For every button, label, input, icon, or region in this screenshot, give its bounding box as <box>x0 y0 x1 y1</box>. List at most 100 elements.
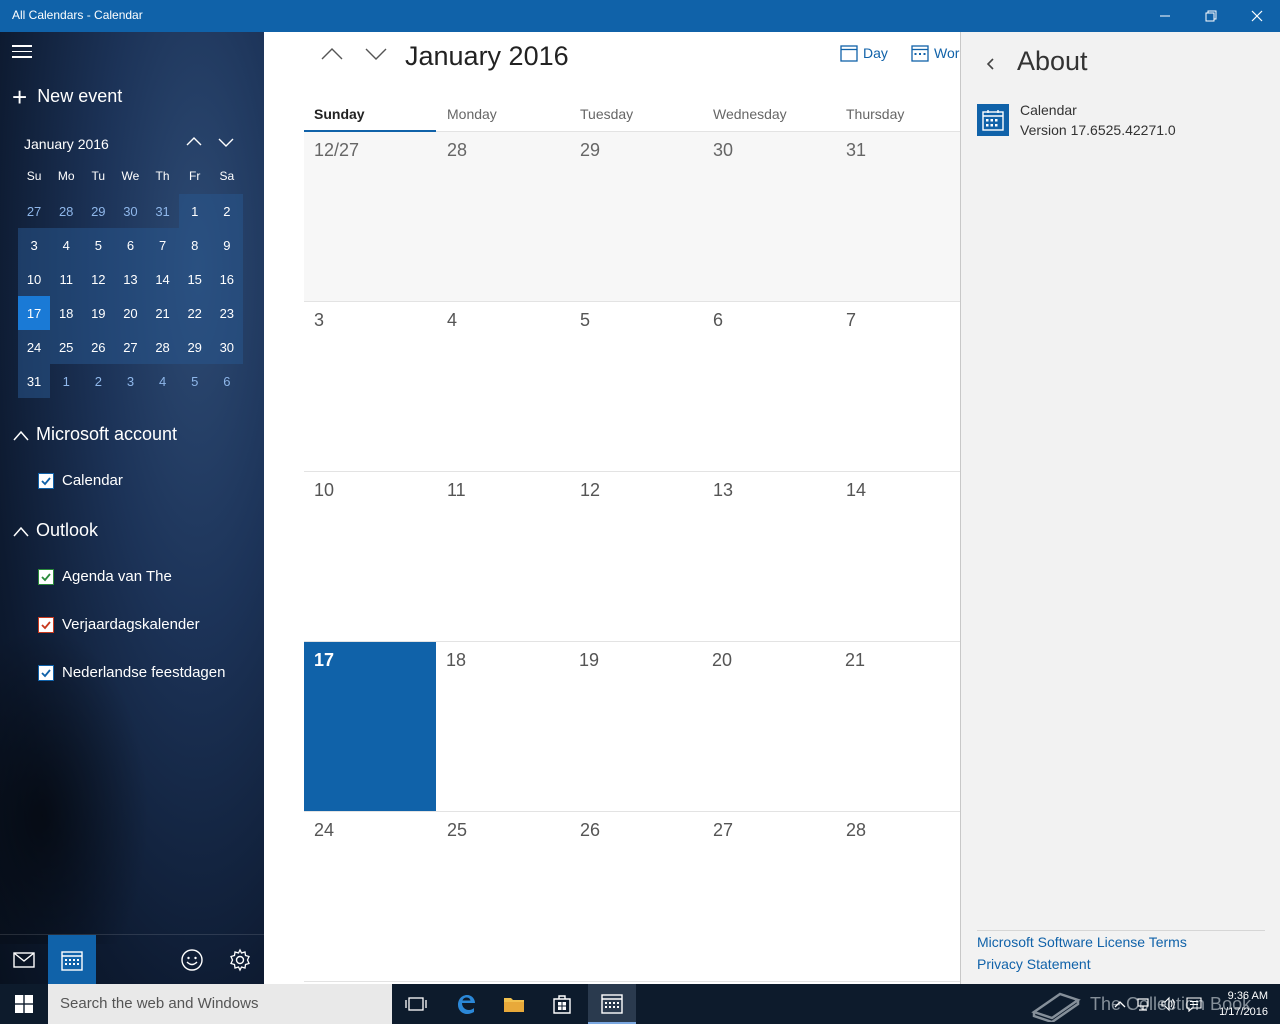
start-button[interactable] <box>0 984 48 1024</box>
mini-calendar-day[interactable]: 29 <box>82 194 114 228</box>
mini-calendar-day[interactable]: 21 <box>146 296 179 330</box>
mini-calendar-day[interactable]: 10 <box>18 262 51 296</box>
mini-calendar-day[interactable]: 19 <box>82 296 115 330</box>
volume-icon[interactable] <box>1160 996 1176 1012</box>
edge-button[interactable] <box>442 984 490 1024</box>
new-event-button[interactable]: + New event <box>12 84 122 110</box>
minimize-button[interactable] <box>1142 0 1188 32</box>
taskbar-search-box[interactable]: Search the web and Windows <box>48 984 392 1024</box>
license-terms-link[interactable]: Microsoft Software License Terms <box>977 934 1187 950</box>
mini-calendar-day[interactable]: 5 <box>179 364 211 398</box>
mini-calendar-day[interactable]: 1 <box>178 194 211 228</box>
mini-calendar-day[interactable]: 14 <box>146 262 179 296</box>
mini-calendar-day[interactable]: 4 <box>147 364 179 398</box>
mini-calendar-day[interactable]: 23 <box>210 296 243 330</box>
day-cell[interactable]: 10 <box>304 472 437 641</box>
day-cell[interactable]: 18 <box>436 642 569 811</box>
day-cell[interactable]: 21 <box>835 642 960 811</box>
file-explorer-button[interactable] <box>490 984 538 1024</box>
mini-calendar-day[interactable]: 13 <box>114 262 147 296</box>
day-cell[interactable]: 6 <box>703 302 836 471</box>
mini-calendar-day[interactable]: 6 <box>114 228 147 262</box>
day-cell[interactable]: 26 <box>570 812 703 981</box>
mini-calendar-day[interactable]: 31 <box>18 364 51 398</box>
restore-button[interactable] <box>1188 0 1234 32</box>
mini-calendar-day[interactable]: 15 <box>178 262 211 296</box>
switch-to-mail-button[interactable] <box>0 935 48 984</box>
day-cell[interactable]: 28 <box>836 812 960 981</box>
mini-calendar-day[interactable]: 2 <box>210 194 243 228</box>
mini-calendar-day[interactable]: 22 <box>178 296 211 330</box>
day-view-button[interactable]: Day <box>840 44 888 62</box>
mini-calendar-day[interactable]: 26 <box>82 330 115 364</box>
mini-calendar-day[interactable]: 2 <box>82 364 114 398</box>
calendar-item-feestdagen[interactable]: Nederlandse feestdagen <box>38 664 225 681</box>
back-arrow-icon[interactable] <box>983 54 997 74</box>
show-hidden-icons-chevron-up-icon[interactable] <box>1112 996 1128 1012</box>
day-cell[interactable]: 3 <box>304 302 437 471</box>
mini-calendar-day[interactable]: 31 <box>147 194 179 228</box>
mini-calendar-day[interactable]: 30 <box>210 330 243 364</box>
group-microsoft-account[interactable]: Microsoft account <box>12 424 177 445</box>
day-cell[interactable]: 27 <box>703 812 836 981</box>
day-cell[interactable]: 12/27 <box>304 132 437 301</box>
mini-calendar-day[interactable]: 28 <box>50 194 82 228</box>
day-cell[interactable]: 19 <box>569 642 702 811</box>
hamburger-menu-button[interactable] <box>12 45 32 59</box>
mini-calendar-day[interactable]: 8 <box>178 228 211 262</box>
day-cell[interactable]: 30 <box>703 132 836 301</box>
mini-calendar-day[interactable]: 25 <box>50 330 83 364</box>
feedback-button[interactable] <box>168 935 216 984</box>
checkbox-checked[interactable] <box>38 472 54 489</box>
mini-calendar-day[interactable]: 6 <box>211 364 243 398</box>
mini-calendar-day[interactable]: 9 <box>210 228 243 262</box>
day-cell[interactable]: 25 <box>437 812 570 981</box>
calendar-item-verjaardagskalender[interactable]: Verjaardagskalender <box>38 616 200 633</box>
checkbox-checked[interactable] <box>38 568 54 585</box>
day-cell[interactable]: 4 <box>437 302 570 471</box>
mini-calendar-day[interactable]: 18 <box>50 296 83 330</box>
work-week-view-button[interactable]: Wor <box>911 44 959 62</box>
network-icon[interactable] <box>1136 996 1152 1012</box>
mini-calendar-day[interactable]: 27 <box>18 194 50 228</box>
action-center-icon[interactable] <box>1186 996 1202 1012</box>
checkbox-checked[interactable] <box>38 664 54 681</box>
mini-calendar-day-selected[interactable]: 17 <box>18 296 51 330</box>
mini-calendar-day[interactable]: 24 <box>18 330 51 364</box>
next-month-chevron-down-icon[interactable] <box>364 42 388 66</box>
checkbox-checked[interactable] <box>38 616 54 633</box>
clock[interactable]: 9:36 AM 1/17/2016 <box>1210 988 1268 1020</box>
mini-prev-month-chevron-up-icon[interactable] <box>184 132 204 152</box>
day-cell[interactable]: 24 <box>304 812 437 981</box>
day-cell[interactable]: 11 <box>437 472 570 641</box>
mini-calendar-day[interactable]: 29 <box>178 330 211 364</box>
day-cell[interactable]: 14 <box>836 472 960 641</box>
day-cell[interactable]: 31 <box>836 132 960 301</box>
day-cell-today[interactable]: 17 <box>304 642 436 811</box>
mini-calendar-day[interactable]: 3 <box>114 364 146 398</box>
settings-button[interactable] <box>216 935 264 984</box>
calendar-app-button[interactable] <box>588 984 636 1024</box>
day-cell[interactable]: 28 <box>437 132 570 301</box>
switch-to-calendar-button[interactable] <box>48 935 96 984</box>
mini-calendar-day[interactable]: 5 <box>82 228 115 262</box>
previous-month-chevron-up-icon[interactable] <box>320 42 344 66</box>
mini-calendar-day[interactable]: 30 <box>114 194 146 228</box>
mini-calendar-day[interactable]: 27 <box>114 330 147 364</box>
day-cell[interactable]: 20 <box>702 642 835 811</box>
calendar-item-calendar[interactable]: Calendar <box>38 472 123 489</box>
day-cell[interactable]: 7 <box>836 302 960 471</box>
mini-calendar-day[interactable]: 7 <box>146 228 179 262</box>
mini-calendar-day[interactable]: 12 <box>82 262 115 296</box>
mini-next-month-chevron-down-icon[interactable] <box>216 132 236 152</box>
calendar-item-agenda[interactable]: Agenda van The <box>38 568 172 585</box>
task-view-button[interactable] <box>392 984 440 1024</box>
group-outlook[interactable]: Outlook <box>12 520 98 541</box>
day-cell[interactable]: 13 <box>703 472 836 641</box>
day-cell[interactable]: 12 <box>570 472 703 641</box>
day-cell[interactable]: 5 <box>570 302 703 471</box>
mini-calendar-day[interactable]: 11 <box>50 262 83 296</box>
mini-calendar-day[interactable]: 20 <box>114 296 147 330</box>
store-button[interactable] <box>538 984 586 1024</box>
mini-calendar-day[interactable]: 16 <box>210 262 243 296</box>
